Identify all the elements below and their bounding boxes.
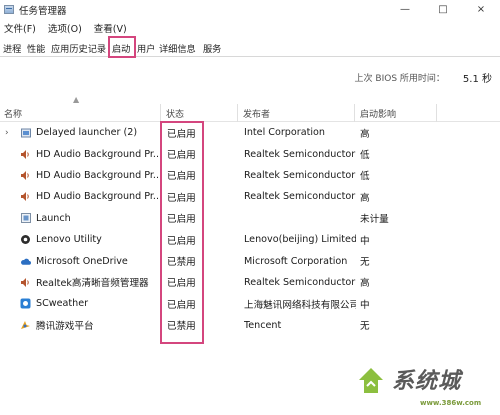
watermark-logo: 系统城 www.386w.com [356,363,496,415]
tab-app-history[interactable]: 应用历史记录 [51,39,106,56]
table-row[interactable]: SCweather 已启用 上海魅讯网络科技有限公司 中 [0,293,500,314]
column-header-publisher[interactable]: 发布者 [239,104,354,122]
launcher-icon [20,127,31,138]
row-publisher: Intel Corporation [244,127,325,139]
watermark-text: 系统城 [392,368,462,394]
row-impact: 未计量 [360,214,389,226]
expand-chevron-icon[interactable]: › [5,128,9,138]
row-impact: 低 [360,150,370,162]
column-divider[interactable] [160,104,161,122]
speaker-icon [20,277,31,288]
row-name: HD Audio Background Pr... [36,191,160,203]
row-impact: 高 [360,128,370,140]
row-impact: 无 [360,257,370,269]
row-publisher: 上海魅讯网络科技有限公司 [244,299,356,311]
row-impact: 中 [360,299,370,311]
row-name: HD Audio Background Pr... [36,169,160,181]
column-divider[interactable] [354,104,355,122]
row-name: SCweather [36,298,89,310]
speaker-icon [20,191,31,202]
speaker-icon [20,149,31,160]
table-row[interactable]: HD Audio Background Pr... 已启用 Realtek Se… [0,186,500,207]
tab-bar: 进程 性能 应用历史记录 启动 用户 详细信息 服务 [0,37,500,57]
startup-tab-highlight-box [108,36,136,58]
weather-icon [20,298,31,309]
app-window-icon [20,213,31,224]
maximize-button[interactable]: □ [424,0,462,19]
watermark-url: www.386w.com [420,399,482,407]
row-name: HD Audio Background Pr... [36,148,160,160]
tab-performance[interactable]: 性能 [27,39,45,56]
menu-view[interactable]: 查看(V) [94,21,127,35]
column-divider[interactable] [237,104,238,122]
row-name: Realtek高清晰音频管理器 [36,278,149,290]
row-name: Delayed launcher (2) [36,127,138,139]
column-header-row: 名称 状态 发布者 启动影响 [0,104,500,122]
row-publisher: Realtek Semiconductor [244,276,356,288]
row-name: Launch [36,212,71,224]
row-publisher: Realtek Semiconductor [244,169,356,181]
window-controls: — □ × [386,0,500,19]
tab-users[interactable]: 用户 [137,39,155,56]
column-divider[interactable] [436,104,437,122]
game-controller-icon [20,320,31,331]
table-row[interactable]: Launch 已启用 未计量 [0,208,500,229]
bios-time-label: 上次 BIOS 所用时间： [354,74,445,84]
row-impact: 低 [360,171,370,183]
column-header-status[interactable]: 状态 [162,104,237,122]
column-header-startup-impact[interactable]: 启动影响 [356,104,436,122]
row-publisher: Realtek Semiconductor [244,148,356,160]
tab-processes[interactable]: 进程 [3,39,21,56]
table-row[interactable]: Realtek高清晰音频管理器 已启用 Realtek Semiconducto… [0,272,500,293]
speaker-icon [20,170,31,181]
row-publisher: Microsoft Corporation [244,255,348,267]
menu-options[interactable]: 选项(O) [48,21,82,35]
task-manager-app-icon [4,5,14,14]
table-row[interactable]: Lenovo Utility 已启用 Lenovo(beijing) Limit… [0,229,500,250]
menu-file[interactable]: 文件(F) [4,21,36,35]
table-row[interactable]: › Delayed launcher (2) 已启用 Intel Corpora… [0,122,500,143]
row-name: Lenovo Utility [36,234,102,246]
table-row[interactable]: Microsoft OneDrive 已禁用 Microsoft Corpora… [0,250,500,271]
row-publisher: Tencent [244,319,282,331]
table-row[interactable]: 腾讯游戏平台 已禁用 Tencent 无 [0,315,500,336]
status-column-highlight-box [160,121,204,344]
tab-details[interactable]: 详细信息 [159,39,196,56]
watermark-leaf-icon [359,368,383,393]
table-row[interactable]: HD Audio Background Pr... 已启用 Realtek Se… [0,143,500,164]
row-impact: 高 [360,278,370,290]
row-publisher: Lenovo(beijing) Limited [244,234,356,246]
row-impact: 中 [360,235,370,247]
minimize-button[interactable]: — [386,0,424,19]
sort-up-icon: ▲ [73,95,80,104]
window-title: 任务管理器 [19,5,67,17]
row-impact: 无 [360,321,370,333]
bios-time-value: 5.1 秒 [462,74,492,85]
column-header-name[interactable]: 名称 [0,104,160,122]
tab-services[interactable]: 服务 [203,39,221,56]
row-name: 腾讯游戏平台 [36,321,94,333]
lenovo-gear-icon [20,234,31,245]
row-impact: 高 [360,192,370,204]
title-bar: 任务管理器 — □ × [0,0,500,19]
row-name: Microsoft OneDrive [36,255,128,267]
cloud-icon [20,256,31,267]
bios-time: 上次 BIOS 所用时间： 5.1 秒 [355,70,492,85]
close-button[interactable]: × [462,0,500,19]
menu-bar: 文件(F) 选项(O) 查看(V) [0,20,500,36]
row-publisher: Realtek Semiconductor [244,191,356,203]
table-row[interactable]: HD Audio Background Pr... 已启用 Realtek Se… [0,165,500,186]
